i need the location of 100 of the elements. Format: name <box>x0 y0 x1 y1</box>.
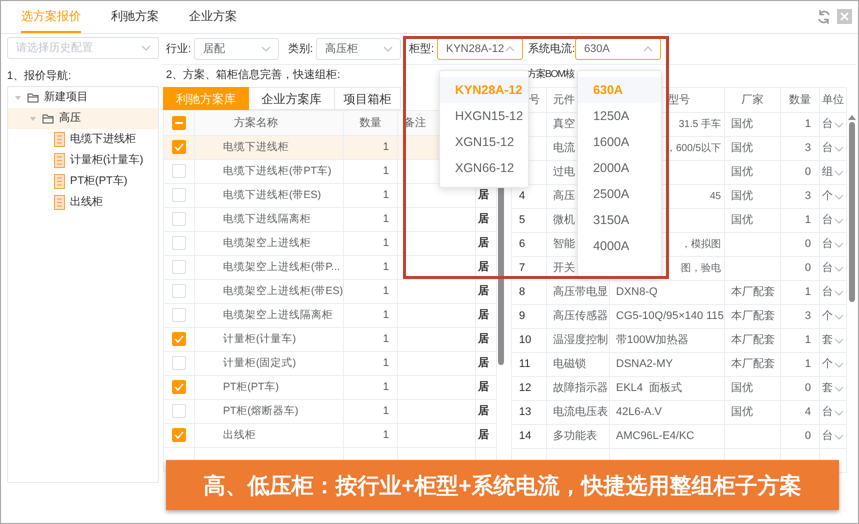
tree-label: 出线柜 <box>70 195 103 210</box>
tree-item[interactable]: 计量柜(计量车) <box>8 150 158 171</box>
table-cell: 7 <box>512 256 546 280</box>
table-cell: DSNA2-MY <box>610 352 724 376</box>
column-header: 数量 <box>780 88 820 112</box>
checkbox[interactable] <box>172 284 186 298</box>
table-cell: 电缆架空上进线柜(带P... <box>194 256 344 280</box>
tree-item[interactable]: 电缆下进线柜 <box>8 129 158 150</box>
tab[interactable]: 企业方案库 <box>249 87 335 110</box>
checkbox[interactable] <box>172 236 186 250</box>
chevron-icon <box>833 432 845 442</box>
scroll-up-icon[interactable] <box>847 114 857 121</box>
table-cell: 计量柜(计量车) <box>194 328 344 352</box>
checkbox[interactable] <box>172 356 186 370</box>
tree-item[interactable]: PT柜(PT车) <box>8 171 158 192</box>
table-cell: 电缆架空上进线柜(带ES) <box>194 280 344 304</box>
table-cell: 11 <box>512 352 546 376</box>
table-cell: 0 <box>780 256 820 280</box>
chevron-icon <box>833 120 845 130</box>
tab[interactable]: 利驰方案 <box>111 7 159 33</box>
dropdown-option[interactable]: 2000A <box>578 155 662 181</box>
table-cell: 电缆下进线隔离柜 <box>194 208 344 232</box>
tree-item[interactable]: 出线柜 <box>8 192 158 213</box>
checkbox[interactable] <box>172 260 186 274</box>
chevron-icon <box>833 288 845 298</box>
cabinet-icon <box>54 195 65 210</box>
cabinet-icon <box>54 174 65 189</box>
checkbox[interactable] <box>172 212 186 226</box>
tree-label: 高压 <box>59 110 81 126</box>
tab[interactable]: 项目箱柜 <box>335 87 401 110</box>
table-cell: 8 <box>512 280 546 304</box>
close-icon[interactable] <box>837 9 852 24</box>
table-cell: 电缆下进线柜(带PT车) <box>194 160 344 184</box>
table-cell: 国优 <box>724 160 780 184</box>
table-cell: 1 <box>344 256 398 280</box>
chevron-icon <box>260 44 272 54</box>
tree-label: PT柜(PT车) <box>70 174 128 190</box>
table-cell: 电缆下进线柜(带ES) <box>194 184 344 208</box>
scrollbar-thumb[interactable] <box>849 122 855 302</box>
table-cell: 居 <box>476 304 496 328</box>
dropdown-option[interactable]: 1250A <box>578 103 662 129</box>
filter-select[interactable]: 居配 <box>194 38 279 60</box>
expand-arrow-icon[interactable] <box>29 114 37 122</box>
table-cell: 电缆下进线柜 <box>194 136 344 160</box>
table-cell: 42L6-A.V <box>610 400 724 424</box>
dropdown-option[interactable]: XGN66-12 <box>440 155 528 181</box>
checkbox[interactable] <box>172 308 186 322</box>
filter-select[interactable]: 高压柜 <box>316 38 401 60</box>
table-cell: 3 <box>780 304 820 328</box>
table-cell: 电缆架空上进线隔离柜 <box>194 304 344 328</box>
checkbox[interactable] <box>172 140 186 154</box>
checkbox[interactable] <box>172 164 186 178</box>
expand-arrow-icon[interactable] <box>14 94 22 102</box>
table-cell: 0 <box>780 160 820 184</box>
tree-item[interactable]: 高压 <box>8 108 158 129</box>
checkbox[interactable] <box>172 404 186 418</box>
tree-item[interactable]: 新建项目 <box>8 87 158 108</box>
tab[interactable]: 企业方案 <box>189 7 237 33</box>
table-cell: 带100W加热器 <box>610 328 724 352</box>
table-cell: 本厂配套 <box>724 328 780 352</box>
chevron-icon <box>833 360 845 370</box>
dropdown-option[interactable]: 3150A <box>578 207 662 233</box>
table-cell: 0 <box>780 424 820 448</box>
dropdown-option[interactable]: 1600A <box>578 129 662 155</box>
cabinet-icon <box>54 153 65 168</box>
table-cell: 电磁锁 <box>546 352 610 376</box>
dropdown-option[interactable]: 4000A <box>578 233 662 259</box>
checkbox[interactable] <box>172 116 186 130</box>
table-cell: 高压带电显 <box>546 280 610 304</box>
checkbox[interactable] <box>172 188 186 202</box>
caption-banner: 高、低压柜：按行业+柜型+系统电流，快捷选用整组柜子方案 <box>166 460 839 510</box>
table-cell: 1 <box>780 208 820 232</box>
chevron-icon <box>833 168 845 178</box>
table-cell: 本厂配套 <box>724 352 780 376</box>
checkbox[interactable] <box>172 332 186 346</box>
checkbox[interactable] <box>172 428 186 442</box>
table-cell: 居 <box>476 232 496 256</box>
chevron-icon <box>504 44 516 54</box>
table-cell: DXN8-Q <box>610 280 724 304</box>
filter-label: 行业: <box>166 42 192 57</box>
table-cell: 国优 <box>724 208 780 232</box>
table-cell: 1 <box>344 376 398 400</box>
table-cell: 居 <box>476 256 496 280</box>
table-cell: 1 <box>344 328 398 352</box>
table-cell: 居 <box>476 352 496 376</box>
table-cell: 1 <box>344 232 398 256</box>
table-cell: 1 <box>780 112 820 136</box>
folder-icon <box>42 112 54 124</box>
chevron-icon <box>833 192 845 202</box>
table-cell: 3 <box>780 184 820 208</box>
filter-label: 柜型: <box>409 42 436 57</box>
dropdown-option[interactable]: 2500A <box>578 181 662 207</box>
section-title: 2、方案、箱柜信息完善，快速组柜: <box>165 68 342 83</box>
table-cell: 1 <box>344 136 398 160</box>
table-cell: 国优 <box>724 112 780 136</box>
table-cell: 1 <box>344 208 398 232</box>
refresh-icon[interactable] <box>817 9 831 25</box>
table-cell: CG5-10Q/95×140 115 <box>610 304 724 328</box>
chevron-icon <box>833 240 845 250</box>
checkbox[interactable] <box>172 380 186 394</box>
